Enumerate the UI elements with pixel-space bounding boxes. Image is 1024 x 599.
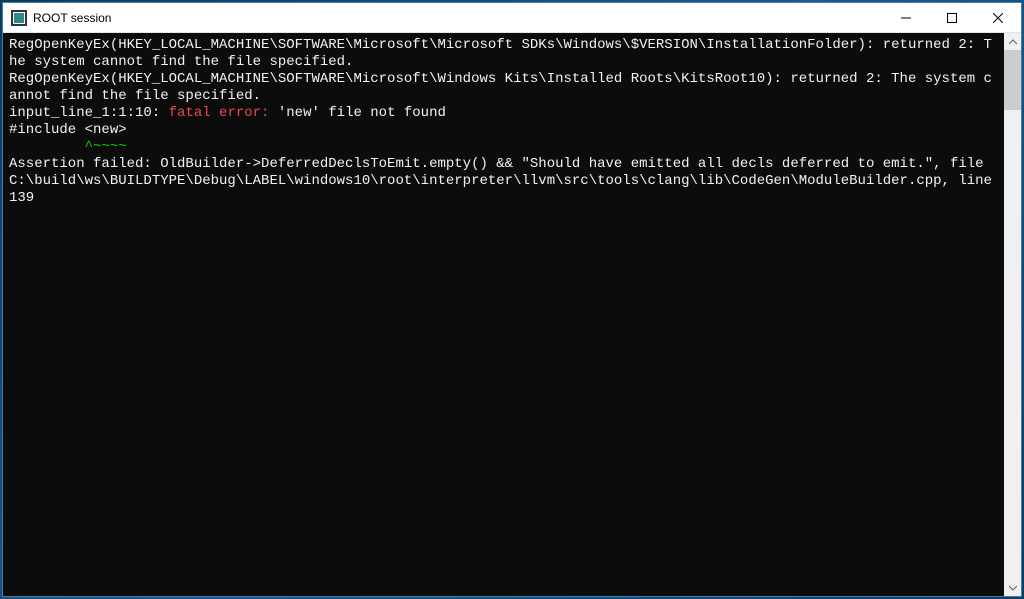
app-window: ROOT session RegOpenKeyEx(HKEY_LOCAL_MAC… (2, 2, 1022, 597)
scroll-down-button[interactable] (1004, 579, 1021, 596)
minimize-icon (901, 13, 911, 23)
window-title: ROOT session (33, 11, 883, 25)
titlebar[interactable]: ROOT session (3, 3, 1021, 33)
caret-line: ^~~~~ (9, 139, 998, 156)
maximize-icon (947, 13, 957, 23)
scroll-thumb[interactable] (1004, 50, 1021, 110)
console-area: RegOpenKeyEx(HKEY_LOCAL_MACHINE\SOFTWARE… (3, 33, 1021, 596)
error-message: 'new' file not found (278, 105, 446, 121)
include-line: #include <new> (9, 122, 998, 139)
error-line: input_line_1:1:10: fatal error: 'new' fi… (9, 105, 998, 122)
scroll-track[interactable] (1004, 50, 1021, 579)
window-controls (883, 3, 1021, 32)
vertical-scrollbar[interactable] (1004, 33, 1021, 596)
chevron-down-icon (1009, 584, 1017, 592)
output-line: RegOpenKeyEx(HKEY_LOCAL_MACHINE\SOFTWARE… (9, 71, 998, 105)
close-button[interactable] (975, 3, 1021, 32)
output-line: RegOpenKeyEx(HKEY_LOCAL_MACHINE\SOFTWARE… (9, 37, 998, 71)
maximize-button[interactable] (929, 3, 975, 32)
error-label: fatal error: (169, 105, 278, 121)
error-location: input_line_1:1:10: (9, 105, 169, 121)
chevron-up-icon (1009, 38, 1017, 46)
assertion-line: Assertion failed: OldBuilder->DeferredDe… (9, 156, 998, 207)
app-icon (11, 10, 27, 26)
close-icon (993, 13, 1003, 23)
minimize-button[interactable] (883, 3, 929, 32)
scroll-up-button[interactable] (1004, 33, 1021, 50)
console-output[interactable]: RegOpenKeyEx(HKEY_LOCAL_MACHINE\SOFTWARE… (3, 33, 1004, 596)
